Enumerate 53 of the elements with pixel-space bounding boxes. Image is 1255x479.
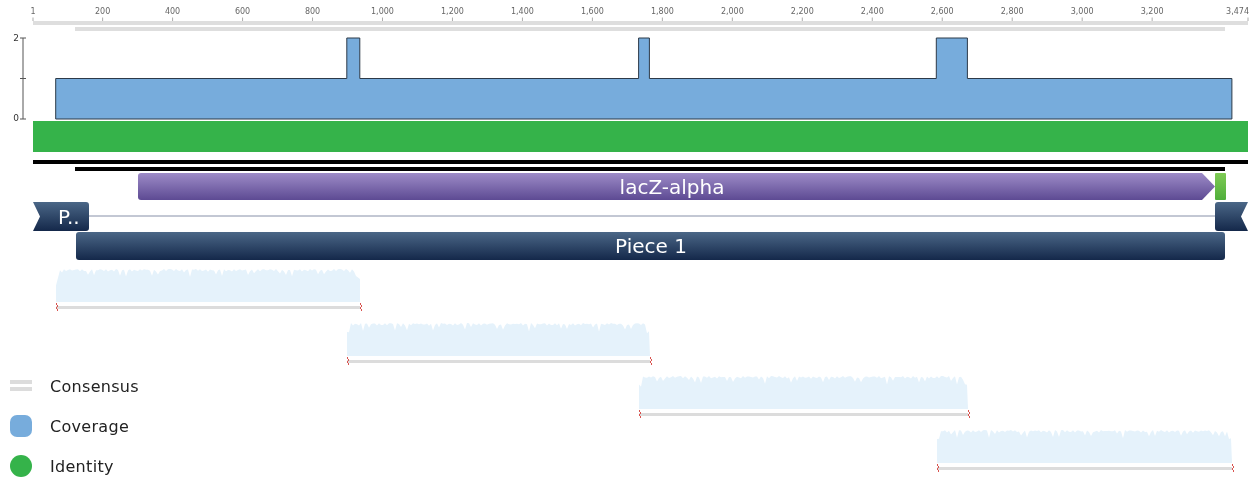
tick-mark: [32, 17, 34, 22]
axis-label: 400: [164, 7, 181, 16]
tick-mark: [522, 17, 523, 22]
axis-label: 600: [234, 7, 251, 16]
tick-mark: [801, 17, 803, 22]
feature-block[interactable]: P..: [33, 202, 89, 231]
break-icon: [638, 409, 642, 419]
axis-label: 1,400: [511, 7, 534, 16]
break-icon: [649, 356, 653, 366]
tick-mark: [871, 17, 873, 22]
tick-mark: [1247, 17, 1249, 22]
axis-label: 1: [30, 7, 36, 16]
tick-mark: [242, 17, 243, 22]
axis-label: 1,800: [650, 7, 674, 16]
break-icon: [346, 356, 350, 366]
tick-mark: [382, 17, 383, 22]
feature-block[interactable]: [1215, 202, 1248, 231]
axis-label: 2: [13, 33, 19, 43]
tick-mark: [941, 17, 943, 22]
axis-label: 1,200: [441, 7, 464, 16]
axis-label: 2,600: [930, 7, 954, 16]
axis-label: 0: [13, 113, 19, 122]
tick-mark: [732, 17, 733, 22]
tick-mark: [102, 17, 103, 22]
axis-label: 800: [304, 7, 321, 16]
marker-block[interactable]: [1215, 173, 1226, 200]
axis-label: 3,200: [1140, 7, 1164, 16]
piece-bar[interactable]: Piece 1: [76, 232, 1225, 260]
axis-label: 2,400: [860, 7, 884, 16]
tick-mark: [662, 17, 663, 22]
legend-label: Coverage: [50, 416, 130, 436]
axis-label: 200: [95, 7, 111, 16]
tick-mark: [172, 17, 173, 22]
axis-label: 1,000: [371, 7, 394, 16]
axis-label: 2,800: [1000, 7, 1024, 16]
axis-label: 2,200: [790, 7, 814, 16]
tick-mark: [312, 17, 313, 22]
axis-label: 3,474: [1226, 7, 1249, 16]
break-icon: [55, 302, 59, 312]
tick-mark: [1081, 17, 1083, 22]
legend-label: Identity: [50, 456, 114, 476]
tick-mark: [592, 17, 593, 22]
axis-label: 3,000: [1070, 7, 1094, 16]
break-icon: [1231, 463, 1235, 473]
break-icon: [359, 302, 363, 312]
break-icon: [967, 409, 971, 419]
tick-mark: [1011, 17, 1013, 22]
axis-label: 2,000: [720, 7, 744, 16]
tick-mark: [1151, 17, 1153, 22]
axis-label: 1,600: [580, 7, 604, 16]
legend-label: Consensus: [50, 376, 139, 396]
tick-mark: [452, 17, 453, 22]
break-icon: [936, 463, 940, 473]
